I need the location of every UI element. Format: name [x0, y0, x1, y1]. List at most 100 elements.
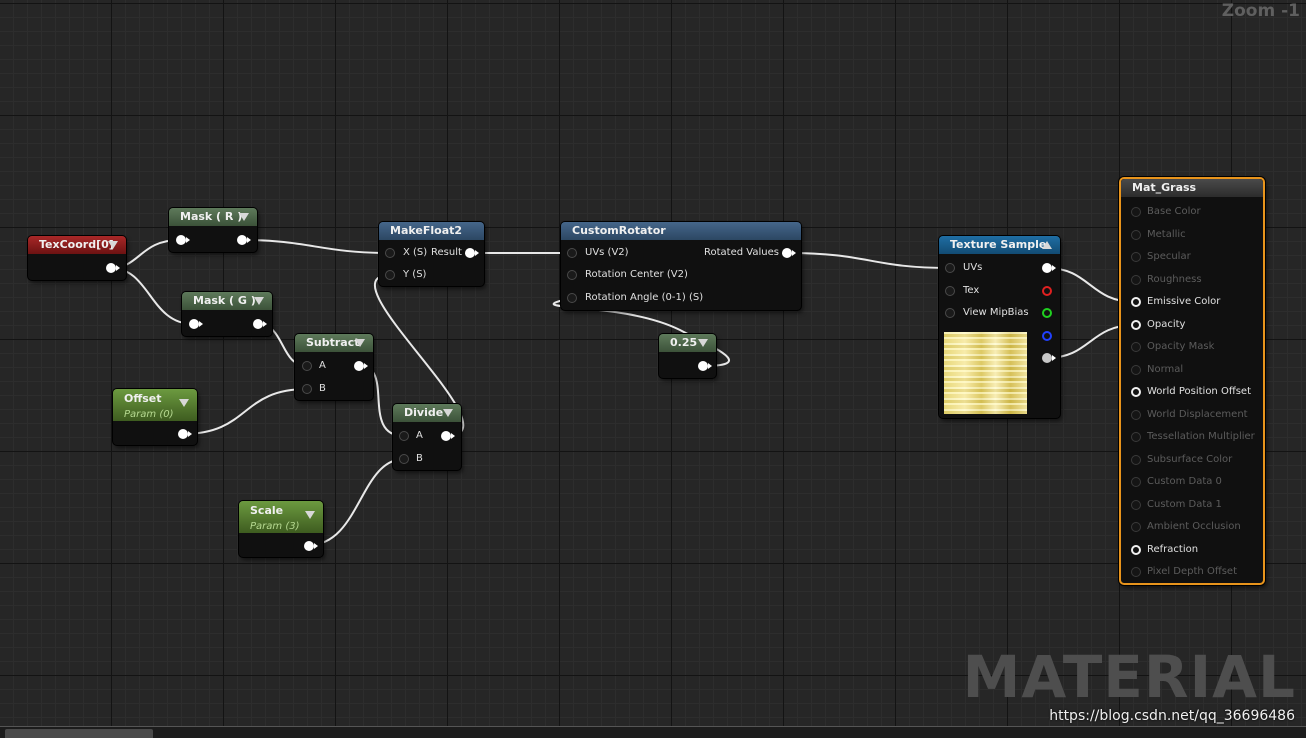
subtract-b-label: B [319, 383, 326, 394]
wire-rotator-texuvs [787, 252, 951, 269]
rotator-uvs-label: UVs (V2) [585, 247, 629, 258]
material-input-label: Metallic [1147, 228, 1186, 240]
material-input-pin[interactable] [1131, 409, 1141, 420]
collapse-arrow-icon[interactable] [443, 409, 453, 417]
material-input-label: World Displacement [1147, 408, 1248, 420]
makefloat2-node[interactable]: MakeFloat2 X (S) Result Y (S) [379, 222, 484, 286]
material-input-label: Subsurface Color [1147, 453, 1233, 465]
material-input-pin[interactable] [1131, 342, 1141, 352]
makefloat2-header: MakeFloat2 [379, 222, 484, 240]
texsample-tex-label: Tex [963, 285, 980, 296]
material-input-label: Refraction [1147, 543, 1199, 555]
subtract-b-pin[interactable] [302, 384, 312, 394]
collapse-arrow-icon[interactable] [254, 297, 264, 305]
divide-b-label: B [416, 453, 423, 464]
rotator-uvs-pin[interactable] [567, 248, 577, 258]
collapse-arrow-icon[interactable] [108, 241, 118, 249]
collapse-arrow-icon[interactable] [179, 399, 189, 407]
texture-sample-title: Texture Sample [950, 238, 1047, 251]
offset-subtitle: Param (0) [124, 409, 174, 420]
texcoord-output-pin[interactable] [106, 263, 120, 273]
subtract-header: Subtract [295, 334, 373, 352]
rotator-center-pin-dot[interactable] [567, 270, 577, 280]
material-input-pin[interactable] [1131, 567, 1141, 577]
texsample-alpha-pin[interactable] [1042, 353, 1056, 363]
collapse-arrow-icon[interactable] [355, 339, 365, 347]
subtract-a-pin[interactable] [302, 361, 312, 371]
mask-r-header: Mask ( R ) [169, 208, 257, 226]
material-input-label: Base Color [1147, 206, 1201, 217]
texsample-b-pin[interactable] [1042, 331, 1052, 341]
texsample-rgb-pin[interactable] [1042, 263, 1056, 273]
zoom-label: Zoom -1 [1221, 1, 1300, 21]
material-input-pin[interactable] [1131, 252, 1141, 262]
rotator-center-label: Rotation Center (V2) [585, 269, 688, 280]
rotator-output-pin[interactable] [782, 248, 796, 258]
material-input-pin[interactable] [1131, 297, 1141, 307]
divide-node[interactable]: Divide A B [393, 404, 461, 470]
scale-param-node[interactable]: Scale Param (3) [239, 501, 323, 557]
divide-b-pin[interactable] [399, 454, 409, 464]
scale-output-pin[interactable] [304, 541, 318, 551]
material-input-label: Tessellation Multiplier [1147, 431, 1255, 442]
material-input-pin[interactable] [1131, 499, 1141, 510]
material-input-label: Emissive Color [1147, 296, 1221, 307]
collapse-arrow-icon[interactable] [1042, 241, 1052, 249]
material-input-pin[interactable] [1131, 364, 1141, 375]
rotator-angle-pin[interactable] [567, 293, 577, 303]
texsample-r-pin[interactable] [1042, 286, 1052, 296]
mask-r-input-pin[interactable] [176, 235, 190, 245]
mask-r-title: Mask ( R ) [180, 210, 243, 223]
material-input-pin[interactable] [1131, 522, 1141, 532]
material-input-pin[interactable] [1131, 207, 1141, 217]
constant-output-pin[interactable] [698, 361, 712, 371]
material-input-pin[interactable] [1131, 387, 1141, 397]
material-input-label: Normal [1147, 363, 1184, 375]
texsample-tex-pin[interactable] [945, 286, 955, 296]
mask-r-node[interactable]: Mask ( R ) [169, 208, 257, 252]
connection-wires [110, 239, 1136, 546]
material-input-pin[interactable] [1131, 229, 1141, 240]
subtract-node[interactable]: Subtract A B [295, 334, 373, 400]
material-input-label: Pixel Depth Offset [1147, 566, 1237, 577]
wire-scale-divideb [308, 458, 405, 546]
material-input-pin[interactable] [1131, 454, 1141, 465]
constant-node[interactable]: 0.25 [659, 334, 716, 378]
mask-g-node[interactable]: Mask ( G ) [182, 292, 272, 336]
subtract-output-pin[interactable] [354, 361, 368, 371]
texsample-g-pin[interactable] [1042, 308, 1052, 318]
collapse-arrow-icon[interactable] [305, 511, 315, 519]
subtract-title: Subtract [306, 336, 360, 349]
collapse-arrow-icon[interactable] [698, 339, 708, 347]
material-input-pin[interactable] [1131, 319, 1141, 330]
makefloat2-y-pin[interactable] [385, 270, 395, 280]
collapse-arrow-icon[interactable] [239, 213, 249, 221]
offset-param-node[interactable]: Offset Param (0) [113, 389, 197, 445]
wire-offset-subtractb [182, 388, 308, 435]
material-input-pin[interactable] [1131, 274, 1141, 285]
wire-maskr-makefloat2x [241, 239, 391, 254]
divide-a-pin[interactable] [399, 431, 409, 441]
mask-g-header: Mask ( G ) [182, 292, 272, 310]
customrotator-header: CustomRotator [561, 222, 801, 240]
mask-g-input-pin[interactable] [189, 319, 203, 329]
makefloat2-x-pin[interactable] [385, 248, 395, 258]
material-input-pin[interactable] [1131, 477, 1141, 487]
customrotator-node[interactable]: CustomRotator UVs (V2) Rotated Values Ro… [561, 222, 801, 310]
texsample-mip-pin[interactable] [945, 308, 955, 318]
material-input-pin[interactable] [1131, 432, 1141, 442]
texcoord-node[interactable]: TexCoord[0] [28, 236, 126, 280]
subtract-a-label: A [319, 360, 326, 371]
makefloat2-result-pin[interactable] [465, 248, 479, 258]
mask-r-output-pin[interactable] [237, 235, 251, 245]
offset-output-pin[interactable] [178, 429, 192, 439]
divide-output-pin[interactable] [441, 431, 455, 441]
material-node[interactable]: Mat_Grass Base Color Metallic Specular Roug… [1119, 177, 1265, 585]
divide-header: Divide [393, 404, 461, 422]
texsample-uvs-pin[interactable] [945, 263, 955, 273]
material-input-label: Ambient Occlusion [1147, 521, 1241, 532]
texture-sample-node[interactable]: Texture Sample UVs Tex View MipBias [939, 236, 1060, 418]
mask-g-output-pin[interactable] [253, 319, 267, 329]
texsample-mip-label: View MipBias [963, 307, 1029, 318]
material-input-pin[interactable] [1131, 544, 1141, 555]
